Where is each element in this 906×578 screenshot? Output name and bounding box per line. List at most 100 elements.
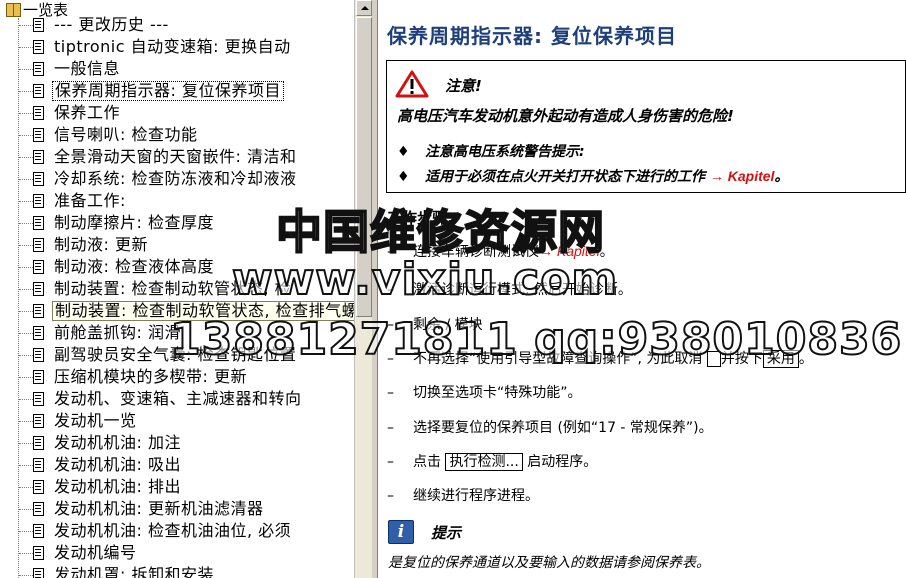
step-dash: – <box>387 317 394 333</box>
tree-branch-line <box>19 223 33 224</box>
warning-triangle-icon <box>395 70 429 98</box>
tree-item[interactable]: 准备工作: <box>0 190 354 212</box>
step-text-mid: 并按下 <box>720 351 763 367</box>
step-dash: – <box>387 488 394 504</box>
document-icon <box>33 524 44 538</box>
tree-item[interactable]: 压缩机模块的多楔带: 更新 <box>0 366 354 388</box>
tree-branch-line <box>19 333 33 334</box>
document-icon <box>33 436 44 450</box>
tree-item[interactable]: 发动机、变速箱、主减速器和转向 <box>0 388 354 410</box>
tree-branch-line <box>19 47 33 48</box>
tree-item[interactable]: 制动装置: 检查制动软管状态, 检 <box>0 278 354 300</box>
document-icon <box>33 414 44 428</box>
tree-branch-line <box>19 575 33 576</box>
tree-item[interactable]: 发动机编号 <box>0 542 354 564</box>
document-icon <box>33 502 44 516</box>
tree-item[interactable]: 制动液: 更新 <box>0 234 354 256</box>
tree-item-label: 发动机罩: 拆卸和安装 <box>54 565 214 578</box>
run-test-button[interactable]: 执行检测... <box>445 453 523 471</box>
bullet-diamond-icon: ♦ <box>397 169 410 185</box>
step-text-tail: 启动程序。 <box>527 454 598 470</box>
step-dash: – <box>387 244 394 260</box>
tree-item[interactable]: 信号喇叭: 检查功能 <box>0 124 354 146</box>
bullet-diamond-icon: ♦ <box>397 144 410 160</box>
tree-item[interactable]: 副驾驶员安全气囊: 检查钥匙位置 <box>0 344 354 366</box>
tree-item-label: 信号喇叭: 检查功能 <box>54 125 198 144</box>
tree-branch-line <box>19 267 33 268</box>
tree-branch-line <box>19 311 33 312</box>
tree-pane: 一览表 --- 更改历史 --- tiptronic 自动变速箱: 更换自动 一般信… <box>0 0 354 578</box>
tree-item[interactable]: --- 更改历史 --- <box>0 14 354 36</box>
tree-item[interactable]: 全景滑动天窗的天窗嵌件: 清洁和 <box>0 146 354 168</box>
step-text: 切换至选项卡“特殊功能”。 <box>413 385 582 401</box>
document-icon <box>33 84 44 98</box>
tree-item[interactable]: 保养工作 <box>0 102 354 124</box>
scroll-thumb[interactable] <box>356 17 372 317</box>
tree-branch-line <box>19 245 33 246</box>
tree-item[interactable]: 保养周期指示器: 复位保养项目 <box>0 80 354 102</box>
tree-item[interactable]: 发动机机油: 吸出 <box>0 454 354 476</box>
tree-item[interactable]: 发动机机油: 加注 <box>0 432 354 454</box>
step-text: 选择要复位的保养项目 (例如“17 - 常规保养”)。 <box>413 420 713 436</box>
step-item: – 点击 执行检测... 启动程序。 <box>387 451 597 471</box>
tree-item[interactable]: 发动机罩: 拆卸和安装 <box>0 564 354 578</box>
tree-item[interactable]: 制动装置: 检查制动软管状态, 检查排气螺栓的护罩 <box>0 300 354 322</box>
tree-item-label: 冷却系统: 检查防冻液和冷却液液 <box>54 169 297 188</box>
document-icon <box>33 62 44 76</box>
pane-splitter[interactable] <box>372 0 378 578</box>
tree-scrollbar[interactable] <box>354 0 372 578</box>
tree-branch-line <box>19 157 33 158</box>
tree-item[interactable]: 前舱盖抓钩: 润滑 <box>0 322 354 344</box>
tree-item[interactable]: 发动机机油: 排出 <box>0 476 354 498</box>
steps-heading: 工作步骤: <box>387 209 453 227</box>
tree-item-label: 发动机、变速箱、主减速器和转向 <box>54 389 302 408</box>
tree-branch-line <box>19 135 33 136</box>
step-item: – 不再选择“使用引导型故障查询操作”, 为此取消 并按下 采用。 <box>387 348 813 368</box>
step-item: – 激活诊断运行模式, 然后开始诊断。 <box>387 279 632 299</box>
step-item: – 连接车辆诊断测试仪→ Kapitel。 <box>387 241 614 261</box>
kapitel-link[interactable]: → Kapitel <box>539 243 600 259</box>
tree-branch-line <box>19 509 33 510</box>
warning-bullet-tail: 。 <box>774 169 789 185</box>
tree-item[interactable]: 发动机机油: 更新机油滤清器 <box>0 498 354 520</box>
tree-item[interactable]: 发动机一览 <box>0 410 354 432</box>
tree-branch-line <box>19 25 33 26</box>
document-icon <box>33 238 44 252</box>
scroll-up-button[interactable] <box>356 0 372 16</box>
warning-bullet: ♦ 适用于必须在点火开关打开状态下进行的工作 → Kapitel。 <box>397 166 788 186</box>
adopt-button[interactable]: 采用 <box>762 350 799 368</box>
document-icon <box>33 392 44 406</box>
tree-item[interactable]: 发动机机油: 检查机油油位, 必须 <box>0 520 354 542</box>
step-item: – 继续进行程序进程。 <box>387 485 539 505</box>
tree-item[interactable]: 一般信息 <box>0 58 354 80</box>
tree-item-label: 发动机机油: 排出 <box>54 477 181 496</box>
document-icon <box>33 260 44 274</box>
tree-item-label: 发动机一览 <box>54 411 137 430</box>
tree-branch-line <box>19 179 33 180</box>
step-text-tail: 。 <box>798 351 813 367</box>
document-icon <box>33 128 44 142</box>
warning-heading: 注意! <box>445 77 482 95</box>
tree-item-label: 全景滑动天窗的天窗嵌件: 清洁和 <box>54 147 297 166</box>
warning-bullet-text: 注意高电压系统警告提示: <box>425 144 585 160</box>
tree-item-label: 一般信息 <box>54 59 121 78</box>
document-icon <box>33 568 44 578</box>
tree-item[interactable]: 冷却系统: 检查防冻液和冷却液液 <box>0 168 354 190</box>
kapitel-link[interactable]: → Kapitel <box>710 168 775 184</box>
checkbox-inline[interactable] <box>706 351 721 367</box>
tree-item-label: 保养工作 <box>54 103 121 122</box>
tree-item-label: 前舱盖抓钩: 润滑 <box>54 323 181 342</box>
page-title: 保养周期指示器: 复位保养项目 <box>387 24 677 48</box>
tree-item[interactable]: tiptronic 自动变速箱: 更换自动 <box>0 36 354 58</box>
tree-item[interactable]: 制动液: 检查液体高度 <box>0 256 354 278</box>
warning-box: 注意! 高电压汽车发动机意外起动有造成人身伤害的危险! ♦ 注意高电压系统警告提示… <box>386 60 906 193</box>
tree-item-label: 制动装置: 检查制动软管状态, 检查排气螺栓的护罩 <box>52 301 354 321</box>
tree-item-label: 发动机机油: 更新机油滤清器 <box>54 499 264 518</box>
step-dash: – <box>387 385 394 401</box>
tree-item[interactable]: 制动摩擦片: 检查厚度 <box>0 212 354 234</box>
hint-heading: 提示 <box>431 524 462 542</box>
step-item: – 剩余 / 模块 <box>387 314 483 334</box>
tree-branch-line <box>19 465 33 466</box>
tree-branch-line <box>19 443 33 444</box>
step-dash: – <box>387 454 394 470</box>
